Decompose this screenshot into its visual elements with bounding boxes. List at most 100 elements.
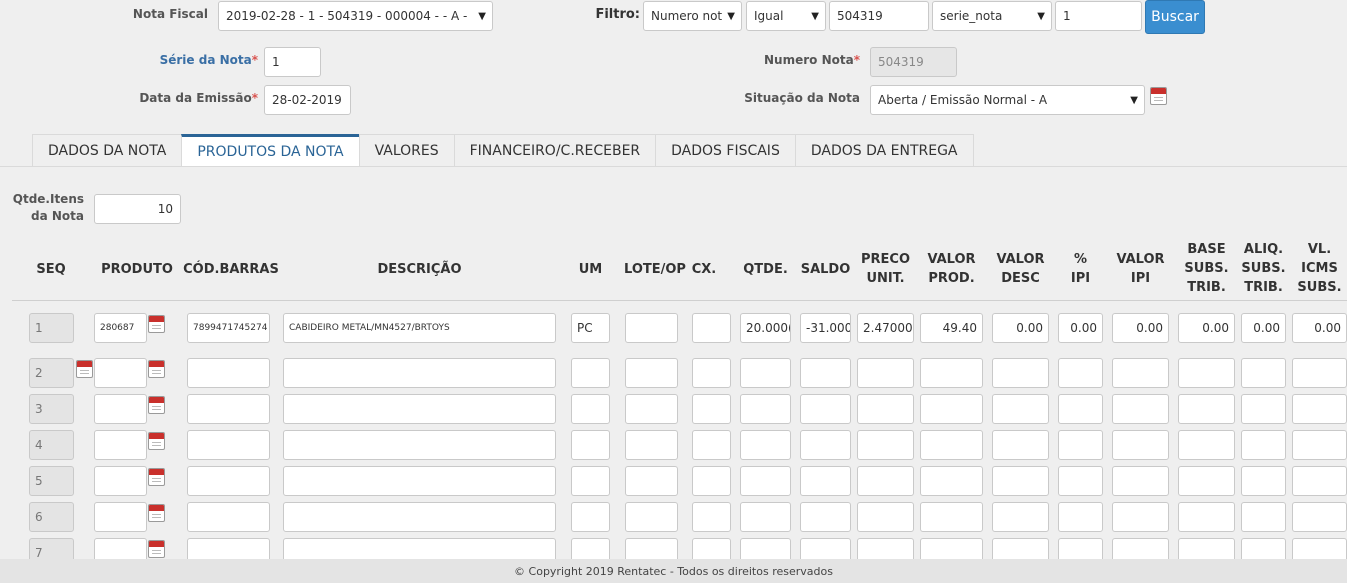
ipi-pct-input[interactable] xyxy=(1058,466,1103,496)
cx-input[interactable] xyxy=(692,358,731,388)
produto-input[interactable] xyxy=(94,394,147,424)
valor-desc-input[interactable] xyxy=(992,502,1049,532)
valor-ipi-input[interactable] xyxy=(1112,502,1169,532)
vl-icms-input[interactable] xyxy=(1292,394,1347,424)
calendar-icon[interactable] xyxy=(148,540,165,558)
valor-prod-input[interactable] xyxy=(920,502,983,532)
preco-input[interactable]: 2.47000 xyxy=(857,313,914,343)
aliq-st-input[interactable]: 0.00 xyxy=(1241,313,1286,343)
cx-input[interactable] xyxy=(692,313,731,343)
valor-ipi-input[interactable] xyxy=(1112,466,1169,496)
um-input[interactable] xyxy=(571,358,610,388)
tab-dados-da-entrega[interactable]: DADOS DA ENTREGA xyxy=(794,134,974,166)
situacao-select[interactable]: Aberta / Emissão Normal - A ▼ xyxy=(870,85,1145,115)
base-st-input[interactable]: 0.00 xyxy=(1178,313,1235,343)
lote-input[interactable] xyxy=(625,358,678,388)
cod-barras-input[interactable] xyxy=(187,394,270,424)
lote-input[interactable] xyxy=(625,466,678,496)
qtde-input[interactable] xyxy=(740,358,791,388)
lote-input[interactable] xyxy=(625,502,678,532)
valor-prod-input[interactable] xyxy=(920,466,983,496)
descricao-input[interactable]: CABIDEIRO METAL/MN4527/BRTOYS xyxy=(283,313,556,343)
produto-input[interactable] xyxy=(94,466,147,496)
tab-dados-fiscais[interactable]: DADOS FISCAIS xyxy=(655,134,796,166)
filtro-valor2-input[interactable]: 1 xyxy=(1055,1,1142,31)
calendar-icon[interactable] xyxy=(1150,87,1167,105)
qtde-input[interactable] xyxy=(740,430,791,460)
saldo-input[interactable] xyxy=(800,394,851,424)
um-input[interactable] xyxy=(571,466,610,496)
aliq-st-input[interactable] xyxy=(1241,394,1286,424)
filtro-campo-select[interactable]: Numero not ▼ xyxy=(643,1,742,31)
preco-input[interactable] xyxy=(857,358,914,388)
qtde-input[interactable] xyxy=(740,502,791,532)
saldo-input[interactable] xyxy=(800,358,851,388)
qtde-itens-input[interactable]: 10 xyxy=(94,194,181,224)
cod-barras-input[interactable] xyxy=(187,430,270,460)
valor-prod-input[interactable] xyxy=(920,430,983,460)
valor-prod-input[interactable] xyxy=(920,358,983,388)
base-st-input[interactable] xyxy=(1178,466,1235,496)
tab-dados-da-nota[interactable]: DADOS DA NOTA xyxy=(32,134,183,166)
valor-desc-input[interactable] xyxy=(992,430,1049,460)
um-input[interactable] xyxy=(571,430,610,460)
descricao-input[interactable] xyxy=(283,394,556,424)
valor-desc-input[interactable] xyxy=(992,394,1049,424)
saldo-input[interactable] xyxy=(800,430,851,460)
aliq-st-input[interactable] xyxy=(1241,358,1286,388)
ipi-pct-input[interactable] xyxy=(1058,430,1103,460)
um-input[interactable]: PC xyxy=(571,313,610,343)
descricao-input[interactable] xyxy=(283,502,556,532)
produto-input[interactable] xyxy=(94,358,147,388)
calendar-icon[interactable] xyxy=(148,396,165,414)
lote-input[interactable] xyxy=(625,430,678,460)
lote-input[interactable] xyxy=(625,313,678,343)
tab-produtos-da-nota[interactable]: PRODUTOS DA NOTA xyxy=(181,134,360,166)
ipi-pct-input[interactable] xyxy=(1058,358,1103,388)
filtro-operador-select[interactable]: Igual ▼ xyxy=(746,1,826,31)
produto-input[interactable] xyxy=(94,502,147,532)
nota-fiscal-select[interactable]: 2019-02-28 - 1 - 504319 - 000004 - - A -… xyxy=(218,1,493,31)
calendar-icon[interactable] xyxy=(148,432,165,450)
vl-icms-input[interactable] xyxy=(1292,466,1347,496)
valor-ipi-input[interactable]: 0.00 xyxy=(1112,313,1169,343)
data-emissao-input[interactable]: 28-02-2019 xyxy=(264,85,351,115)
filtro-valor-input[interactable]: 504319 xyxy=(829,1,929,31)
valor-ipi-input[interactable] xyxy=(1112,358,1169,388)
calendar-icon[interactable] xyxy=(148,315,165,333)
cod-barras-input[interactable] xyxy=(187,502,270,532)
calendar-icon[interactable] xyxy=(148,468,165,486)
qtde-input[interactable] xyxy=(740,394,791,424)
calendar-icon[interactable] xyxy=(148,504,165,522)
cx-input[interactable] xyxy=(692,466,731,496)
produto-input[interactable]: 280687 xyxy=(94,313,147,343)
valor-ipi-input[interactable] xyxy=(1112,430,1169,460)
buscar-button[interactable]: Buscar xyxy=(1145,0,1205,34)
um-input[interactable] xyxy=(571,502,610,532)
valor-ipi-input[interactable] xyxy=(1112,394,1169,424)
aliq-st-input[interactable] xyxy=(1241,430,1286,460)
aliq-st-input[interactable] xyxy=(1241,466,1286,496)
vl-icms-input[interactable] xyxy=(1292,358,1347,388)
preco-input[interactable] xyxy=(857,430,914,460)
valor-desc-input[interactable] xyxy=(992,466,1049,496)
valor-prod-input[interactable] xyxy=(920,394,983,424)
cx-input[interactable] xyxy=(692,502,731,532)
numero-input[interactable]: 504319 xyxy=(870,47,957,77)
vl-icms-input[interactable] xyxy=(1292,430,1347,460)
saldo-input[interactable] xyxy=(800,466,851,496)
saldo-input[interactable] xyxy=(800,502,851,532)
preco-input[interactable] xyxy=(857,466,914,496)
base-st-input[interactable] xyxy=(1178,358,1235,388)
preco-input[interactable] xyxy=(857,394,914,424)
cx-input[interactable] xyxy=(692,394,731,424)
qtde-input[interactable] xyxy=(740,466,791,496)
produto-input[interactable] xyxy=(94,430,147,460)
ipi-pct-input[interactable] xyxy=(1058,502,1103,532)
tab-financeiro[interactable]: FINANCEIRO/C.RECEBER xyxy=(453,134,657,166)
qtde-input[interactable]: 20.000( xyxy=(740,313,791,343)
ipi-pct-input[interactable]: 0.00 xyxy=(1058,313,1103,343)
filtro-campo2-select[interactable]: serie_nota ▼ xyxy=(932,1,1052,31)
aliq-st-input[interactable] xyxy=(1241,502,1286,532)
ipi-pct-input[interactable] xyxy=(1058,394,1103,424)
